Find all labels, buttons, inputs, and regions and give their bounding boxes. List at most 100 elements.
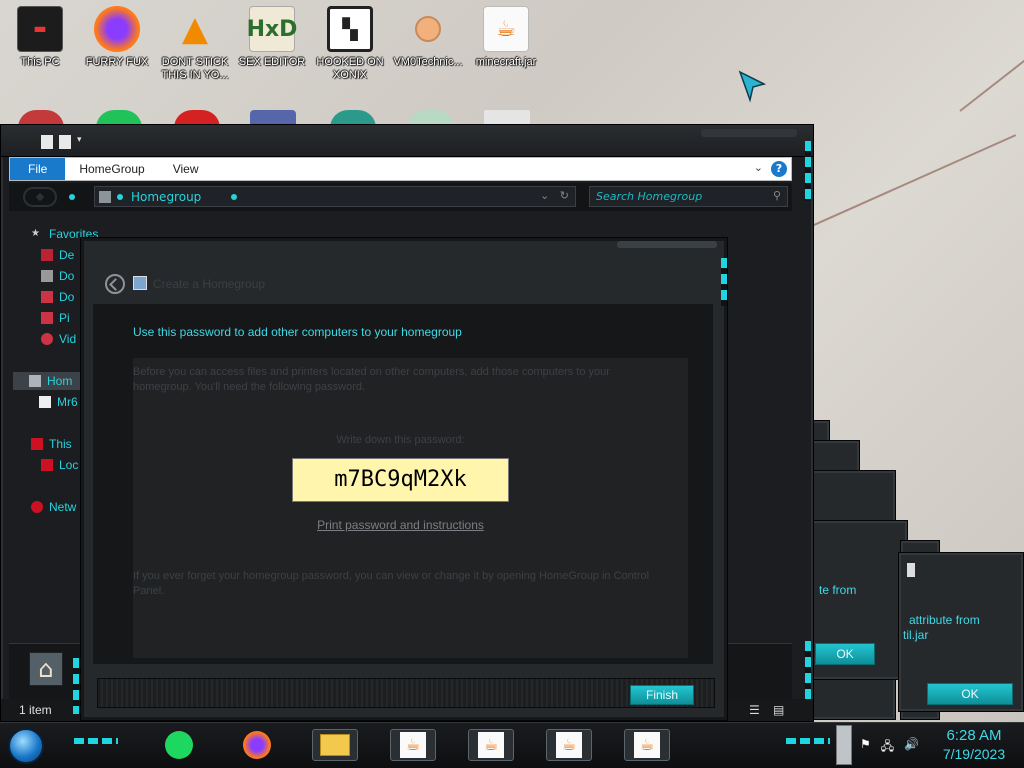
network-icon: [31, 501, 43, 513]
back-forward-buttons[interactable]: [23, 187, 57, 207]
system-tray: ⚑ 🖧 🔊: [860, 737, 919, 758]
dialog-footer: [97, 678, 715, 708]
write-down-label: Write down this password:: [336, 434, 465, 446]
monitor-icon: ▬: [17, 6, 63, 52]
dialog-titlebar-decoration: [617, 241, 717, 248]
chevron-down-icon[interactable]: ▾: [77, 135, 82, 149]
firefox-icon: [243, 731, 271, 759]
nav-favorite-item[interactable]: Do: [41, 288, 74, 306]
user-icon: [39, 396, 51, 408]
nav-local-disk[interactable]: Loc: [41, 456, 78, 474]
java-icon: ☕: [634, 732, 660, 758]
back-arrow-icon[interactable]: [105, 274, 125, 294]
properties-icon[interactable]: [41, 135, 53, 149]
taskbar-decoration: [786, 738, 830, 744]
downloads-icon: [41, 270, 53, 282]
background-dialog-1: te from OK: [808, 520, 908, 680]
taskbar-app-java[interactable]: ☕: [546, 729, 592, 761]
mouse-cursor-icon: [738, 70, 767, 103]
scroll-thumb[interactable]: [907, 563, 915, 577]
finish-button[interactable]: Finish: [630, 685, 694, 705]
help-icon[interactable]: ?: [771, 161, 787, 177]
nav-favorite-item[interactable]: Do: [41, 267, 74, 285]
ribbon-expand-icon[interactable]: ⌄: [754, 161, 763, 174]
breadcrumb-separator-icon: [117, 193, 123, 200]
java-icon: ☕: [483, 6, 529, 52]
desktop-icon-vlc[interactable]: ▲ DONT STICK THIS IN YO...: [157, 6, 233, 82]
large-icons-view-icon[interactable]: ▤: [773, 703, 784, 717]
nav-homegroup-user[interactable]: Mr6: [39, 393, 78, 411]
explorer-titlebar[interactable]: ▾: [1, 125, 813, 157]
desktop-icon-minecraft-jar[interactable]: ☕ minecraft.jar: [468, 6, 544, 69]
java-icon: ☕: [556, 732, 582, 758]
desktop-icon: [41, 249, 53, 261]
taskbar-app-java[interactable]: ☕: [624, 729, 670, 761]
ok-button[interactable]: OK: [815, 643, 875, 665]
desktop-icon-this-pc[interactable]: ▬ This PC: [2, 6, 78, 69]
computer-icon: [31, 438, 43, 450]
start-button[interactable]: [8, 728, 44, 764]
tab-view[interactable]: View: [159, 158, 213, 180]
breadcrumb-homegroup[interactable]: Homegroup: [131, 190, 201, 204]
dialog-heading: Use this password to add other computers…: [133, 325, 462, 339]
ok-button[interactable]: OK: [927, 683, 1013, 705]
taskbar-app-java[interactable]: ☕: [390, 729, 436, 761]
search-icon: ⚲: [772, 189, 781, 202]
print-password-link[interactable]: Print password and instructions: [133, 518, 668, 532]
taskbar: ☕ ☕ ☕ ☕ ⚑ 🖧 🔊 6:28 AM 7/19/2023: [0, 722, 1024, 768]
instructions-text: Before you can access files and printers…: [133, 366, 610, 393]
firefox-icon: [94, 6, 140, 52]
quick-access-toolbar: ▾: [41, 135, 82, 149]
action-center-flag-icon[interactable]: ⚑: [860, 737, 871, 758]
nav-this-pc[interactable]: This: [31, 435, 72, 453]
refresh-icon[interactable]: ⌄ ↻: [540, 189, 569, 202]
nav-favorite-item[interactable]: De: [41, 246, 74, 264]
desktop-icon-furry-fux[interactable]: FURRY FUX: [79, 6, 155, 69]
recent-locations-icon[interactable]: [69, 194, 75, 200]
desktop-icon-hooked-on-xonix[interactable]: ▚ HOOKED ON XONIX: [312, 6, 388, 82]
pictures-icon: [41, 312, 53, 324]
nav-network[interactable]: Netw: [31, 498, 76, 516]
taskbar-app-java[interactable]: ☕: [468, 729, 514, 761]
nav-favorite-item[interactable]: Pi: [41, 309, 70, 327]
java-icon: ☕: [478, 732, 504, 758]
hxd-icon: HxD: [247, 6, 297, 52]
taskbar-decoration: [74, 738, 118, 744]
new-folder-icon[interactable]: [59, 135, 71, 149]
ribbon: File HomeGroup View ⌄ ?: [9, 157, 792, 181]
tab-file[interactable]: File: [10, 158, 66, 180]
taskbar-app-spotify[interactable]: [156, 729, 202, 761]
taskbar-app-file-explorer[interactable]: [312, 729, 358, 761]
nav-favorite-item[interactable]: Vid: [41, 330, 76, 348]
dialog-body: Use this password to add other computers…: [93, 304, 713, 664]
frame-decoration: [805, 141, 811, 201]
frame-decoration: [721, 258, 727, 306]
dialog-title: Create a Homegroup: [153, 277, 266, 291]
desktop-icon-vm0technic[interactable]: VM0Technic...: [390, 6, 466, 69]
address-input[interactable]: Homegroup ⌄ ↻: [94, 186, 576, 207]
search-input[interactable]: Search Homegroup ⚲: [589, 186, 788, 207]
tab-homegroup[interactable]: HomeGroup: [65, 158, 158, 180]
create-homegroup-dialog: Create a Homegroup Use this password to …: [73, 237, 728, 721]
spotify-icon: [165, 731, 193, 759]
homegroup-house-icon: ⌂: [29, 652, 63, 686]
homegroup-icon: [133, 276, 147, 290]
doctor-icon: [405, 6, 451, 52]
game-icon: ▚: [327, 6, 373, 52]
videos-icon: [41, 333, 53, 345]
homegroup-icon: [29, 375, 41, 387]
star-icon: ★: [31, 228, 40, 239]
volume-icon[interactable]: 🔊: [904, 737, 919, 758]
documents-icon: [41, 291, 53, 303]
vlc-icon: ▲: [181, 9, 209, 49]
desktop-icon-sex-editor[interactable]: HxD SEX EDITOR: [234, 6, 310, 69]
clock[interactable]: 6:28 AM 7/19/2023: [932, 727, 1016, 763]
details-view-icon[interactable]: ☰: [749, 703, 760, 717]
file-explorer-icon: [320, 734, 350, 756]
show-hidden-icons-button[interactable]: [836, 725, 852, 765]
homegroup-password: m7BC9qM2Xk: [292, 458, 509, 502]
network-icon[interactable]: 🖧: [881, 737, 894, 758]
background-dialog-2: attribute from til.jar OK: [898, 552, 1024, 712]
taskbar-app-firefox[interactable]: [234, 729, 280, 761]
homegroup-icon: [99, 190, 111, 203]
